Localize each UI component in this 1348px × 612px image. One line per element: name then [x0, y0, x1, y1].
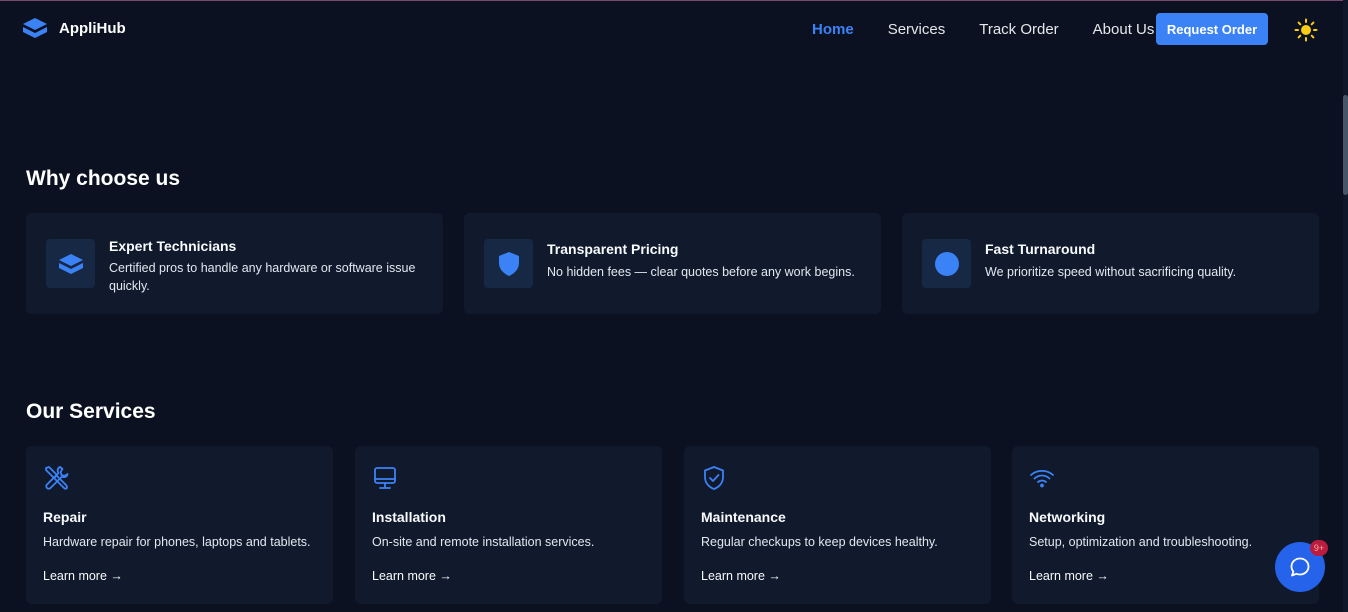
shield-check-icon [704, 466, 724, 490]
circle-icon [934, 251, 959, 276]
site-header: AppliHub Home Services Track Order About… [0, 1, 1343, 57]
feature-title: Transparent Pricing [547, 241, 679, 257]
page-scrollbar[interactable] [1343, 0, 1348, 612]
feature-title: Fast Turnaround [985, 241, 1096, 257]
feature-card-expert-technicians: Expert Technicians Certified pros to han… [26, 213, 443, 314]
feature-card-fast-turnaround: Fast Turnaround We prioritize speed with… [902, 213, 1319, 314]
tools-icon [45, 466, 69, 490]
feature-card-transparent-pricing: Transparent Pricing No hidden fees — cle… [464, 213, 881, 314]
shield-icon [498, 251, 519, 276]
learn-more-link[interactable]: Learn more → [43, 569, 123, 583]
wifi-icon [1030, 469, 1054, 488]
learn-more-link[interactable]: Learn more → [701, 569, 781, 583]
service-card-networking: Networking Setup, optimization and troub… [1012, 446, 1319, 604]
service-card-maintenance: Maintenance Regular checkups to keep dev… [684, 446, 991, 604]
monitor-icon [374, 467, 396, 489]
service-card-installation: Installation On-site and remote installa… [355, 446, 662, 604]
service-title: Repair [43, 509, 87, 525]
stack-box-icon [23, 18, 47, 38]
feature-title: Expert Technicians [109, 238, 237, 254]
service-desc: Setup, optimization and troubleshooting. [1029, 535, 1253, 549]
service-title: Maintenance [701, 509, 786, 525]
service-card-repair: Repair Hardware repair for phones, lapto… [26, 446, 333, 604]
why-choose-us-heading: Why choose us [26, 167, 181, 190]
stack-box-icon [58, 253, 83, 274]
chat-bubble-icon [1290, 557, 1310, 577]
request-order-button[interactable]: Request Order [1156, 13, 1268, 45]
feature-icon-box [922, 239, 971, 288]
nav-services[interactable]: Services [888, 21, 946, 39]
nav-track-order[interactable]: Track Order [979, 21, 1058, 39]
sun-icon[interactable] [1294, 18, 1318, 42]
nav-home[interactable]: Home [812, 21, 854, 39]
learn-more-link[interactable]: Learn more → [1029, 569, 1109, 583]
feature-desc: No hidden fees — clear quotes before any… [547, 265, 855, 279]
service-title: Installation [372, 509, 446, 525]
service-desc: On-site and remote installation services… [372, 535, 595, 549]
service-desc: Regular checkups to keep devices healthy… [701, 535, 938, 549]
brand-name: AppliHub [59, 19, 126, 37]
feature-desc: Certified pros to handle any hardware or… [109, 261, 416, 293]
feature-icon-box [484, 239, 533, 288]
service-desc: Hardware repair for phones, laptops and … [43, 535, 311, 549]
nav-about-us[interactable]: About Us [1093, 21, 1155, 39]
service-title: Networking [1029, 509, 1106, 525]
feature-desc: We prioritize speed without sacrificing … [985, 265, 1237, 279]
our-services-heading: Our Services [26, 400, 156, 423]
scrollbar-thumb[interactable] [1343, 95, 1348, 195]
main-nav: Home Services Track Order About Us [812, 21, 1188, 39]
brand-logo[interactable]: AppliHub [22, 17, 126, 39]
notification-badge: 9+ [1310, 540, 1328, 556]
feature-icon-box [46, 239, 95, 288]
learn-more-link[interactable]: Learn more → [372, 569, 452, 583]
